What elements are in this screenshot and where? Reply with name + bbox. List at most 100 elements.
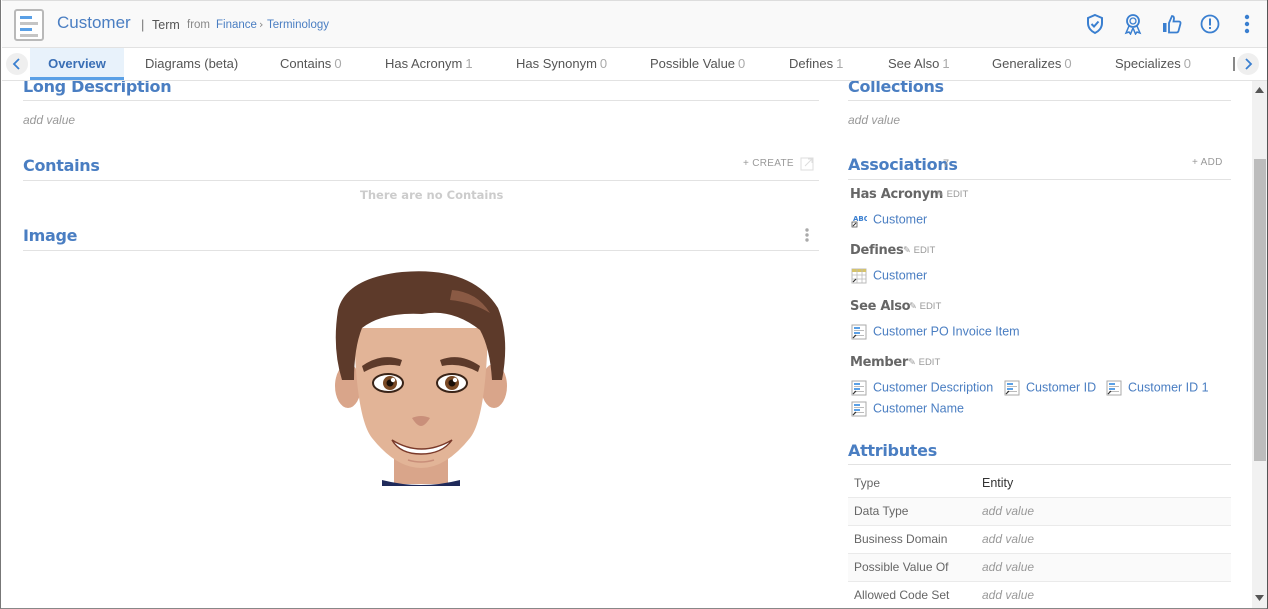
divider — [848, 179, 1231, 180]
attribute-row-data-type: Data Type add value — [848, 498, 1231, 526]
image-more-icon[interactable] — [803, 227, 811, 243]
group-title-see-also: See Also — [850, 299, 911, 314]
attribute-key: Business Domain — [854, 532, 948, 546]
association-link[interactable]: Customer Description — [851, 380, 993, 398]
scrollbar-thumb[interactable] — [1254, 159, 1266, 461]
attribute-value[interactable]: add value — [982, 504, 1034, 518]
collections-add-value[interactable]: add value — [848, 113, 900, 127]
association-link[interactable]: Customer Name — [851, 401, 964, 419]
attribute-key: Allowed Code Set — [854, 588, 950, 602]
shield-check-icon[interactable] — [1084, 13, 1106, 35]
attribute-value[interactable]: Entity — [982, 476, 1013, 490]
add-association-button[interactable]: + ADD — [1192, 157, 1223, 168]
breadcrumb-separator: › — [259, 18, 264, 31]
tab-label: Has Acronym — [385, 56, 463, 71]
attribute-key: Type — [854, 476, 881, 490]
vertical-scrollbar[interactable] — [1252, 81, 1267, 608]
collections-title: Collections — [848, 81, 944, 96]
tab-label: Defines — [789, 56, 834, 71]
association-link[interactable]: Customer ID 1 — [1106, 380, 1209, 398]
page-title: Customer — [57, 13, 131, 32]
app-window: Customer | Term from Finance › Terminolo… — [0, 0, 1268, 609]
tab-overview[interactable]: Overview — [30, 48, 124, 80]
edit-label: EDIT — [946, 189, 969, 200]
edit-label: EDIT — [913, 245, 936, 256]
ribbon-award-icon[interactable] — [1122, 13, 1144, 35]
title-separator: | — [141, 17, 145, 32]
edit-has-acronym-button[interactable]: ✎ EDIT — [936, 189, 968, 200]
tabs-scroll-right-button[interactable] — [1237, 53, 1259, 75]
term-icon — [851, 401, 867, 417]
attribute-row-business-domain: Business Domain add value — [848, 526, 1231, 554]
create-button[interactable]: + CREATE — [743, 158, 794, 169]
breadcrumb-terminology[interactable]: Terminology — [267, 19, 329, 31]
association-label: Customer ID — [1026, 380, 1097, 395]
scroll-up-arrow-icon[interactable] — [1255, 87, 1264, 93]
tab-count: 0 — [1064, 56, 1072, 71]
open-external-icon[interactable] — [800, 157, 814, 171]
page-header: Customer | Term from Finance › Terminolo… — [2, 0, 1267, 48]
association-link[interactable]: Customer ID — [1004, 380, 1096, 398]
tab-label: Has Synonym — [516, 56, 597, 71]
more-vertical-icon[interactable] — [1236, 13, 1258, 35]
attribute-row-possible-value-of: Possible Value Of add value — [848, 554, 1231, 582]
chevron-right-icon — [1245, 58, 1253, 70]
term-icon — [1106, 380, 1122, 396]
association-label: Customer Name — [873, 401, 964, 416]
attribute-value[interactable]: add value — [982, 532, 1034, 546]
tab-has-acronym[interactable]: Has Acronym 1 — [385, 48, 473, 80]
tabs-scroll-left-button[interactable] — [6, 53, 28, 75]
breadcrumb-finance[interactable]: Finance — [216, 19, 257, 31]
contains-title: Contains — [23, 156, 100, 175]
edit-label: EDIT — [918, 357, 941, 368]
chevron-left-icon — [12, 58, 20, 70]
group-title-defines: Defines — [850, 243, 904, 258]
tab-label: Specializes — [1115, 56, 1181, 71]
association-link[interactable]: ABC Customer — [851, 212, 927, 230]
image-title: Image — [23, 226, 78, 245]
tab-label: Possible Value — [650, 56, 736, 71]
association-link[interactable]: Customer PO Invoice Item — [851, 324, 1020, 342]
tab-has-synonym[interactable]: Has Synonym 0 — [516, 48, 607, 80]
overview-content: Long Description add value Contains + CR… — [2, 81, 1252, 608]
tab-contains[interactable]: Contains 0 — [280, 48, 342, 80]
edit-defines-button[interactable]: ✎ EDIT — [903, 245, 935, 256]
thumbs-up-icon[interactable] — [1161, 13, 1183, 35]
from-label: from — [187, 19, 210, 31]
term-icon — [1004, 380, 1020, 396]
term-icon — [851, 324, 867, 340]
edit-see-also-button[interactable]: ✎ EDIT — [909, 301, 941, 312]
tab-diagrams[interactable]: Diagrams (beta) — [145, 48, 238, 80]
table-icon — [851, 268, 867, 284]
tab-count: 0 — [738, 56, 746, 71]
tab-count: 0 — [334, 56, 342, 71]
long-description-title: Long Description — [23, 81, 172, 96]
tab-count: 1 — [942, 56, 950, 71]
long-description-add-value[interactable]: add value — [23, 113, 75, 127]
scroll-down-arrow-icon[interactable] — [1255, 595, 1264, 601]
tab-generalizes[interactable]: Generalizes 0 — [992, 48, 1072, 80]
divider — [23, 180, 819, 181]
edit-member-button[interactable]: ✎ EDIT — [908, 357, 940, 368]
attribute-value[interactable]: add value — [982, 588, 1034, 602]
tab-label: Contains — [280, 56, 332, 71]
term-type-icon — [14, 9, 44, 41]
association-label: Customer — [873, 268, 928, 283]
tab-count: 1 — [465, 56, 473, 71]
tab-defines[interactable]: Defines 1 — [789, 48, 843, 80]
exclamation-circle-icon[interactable] — [1199, 13, 1221, 35]
attribute-row-allowed-code-set: Allowed Code Set add value — [848, 582, 1231, 608]
group-title-member: Member — [850, 355, 909, 370]
group-title-has-acronym: Has Acronym — [850, 187, 944, 202]
attributes-title: Attributes — [848, 441, 937, 460]
tab-specializes[interactable]: Specializes 0 — [1115, 48, 1191, 80]
associations-title: Associations — [848, 155, 958, 174]
divider — [23, 250, 819, 251]
attribute-value[interactable]: add value — [982, 560, 1034, 574]
associations-count: 7 — [943, 158, 950, 170]
association-link[interactable]: Customer — [851, 268, 927, 286]
tab-possible-value[interactable]: Possible Value 0 — [650, 48, 745, 80]
object-type: Term — [152, 18, 180, 32]
tab-count: 1 — [836, 56, 844, 71]
tab-see-also[interactable]: See Also 1 — [888, 48, 950, 80]
